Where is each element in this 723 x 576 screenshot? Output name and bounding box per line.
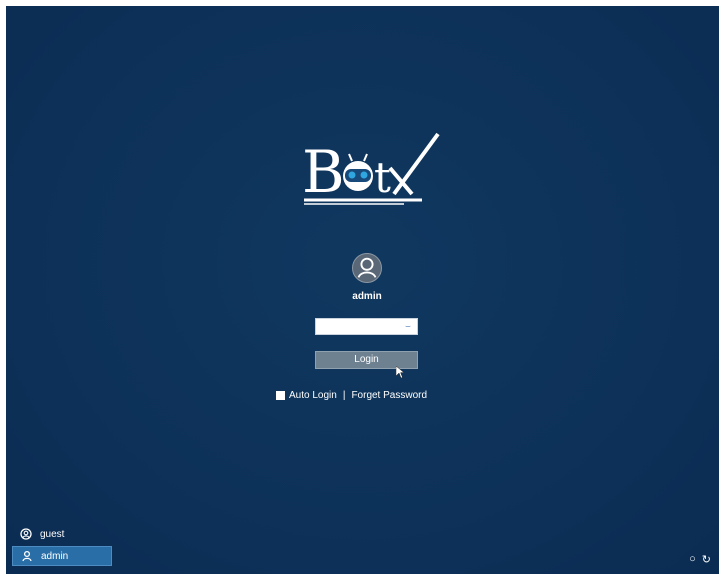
auto-login-label[interactable]: Auto Login — [289, 390, 337, 401]
keyboard-toggle-icon[interactable]: ⌣ — [405, 322, 414, 331]
svg-text:B: B — [302, 138, 345, 206]
user-switcher-list: guest admin — [12, 524, 112, 566]
user-icon — [357, 257, 377, 278]
login-screen: B t admin ⌣ Login Auto Login | Forget Pa… — [6, 6, 719, 574]
botx-logo: B t — [294, 122, 444, 212]
login-options: Auto Login | Forget Password — [276, 388, 427, 402]
user-avatar — [352, 253, 382, 283]
forgot-password-link[interactable]: Forget Password — [351, 390, 427, 401]
user-item-admin[interactable]: admin — [12, 546, 112, 566]
svg-text:t: t — [374, 153, 391, 202]
power-icon[interactable]: ○ — [689, 553, 696, 566]
login-username: admin — [352, 291, 382, 302]
user-icon — [21, 550, 33, 562]
user-item-label: admin — [41, 550, 69, 562]
user-item-label: guest — [40, 528, 65, 540]
user-circle-icon — [20, 528, 32, 540]
password-field-container: ⌣ — [315, 318, 418, 335]
password-input[interactable] — [316, 319, 408, 334]
refresh-icon[interactable]: ↻ — [702, 553, 711, 566]
auto-login-checkbox[interactable] — [276, 390, 285, 400]
system-tray: ○ ↻ — [689, 553, 711, 566]
mouse-cursor-icon — [396, 366, 404, 378]
options-separator: | — [342, 389, 346, 401]
user-item-guest[interactable]: guest — [12, 524, 112, 544]
